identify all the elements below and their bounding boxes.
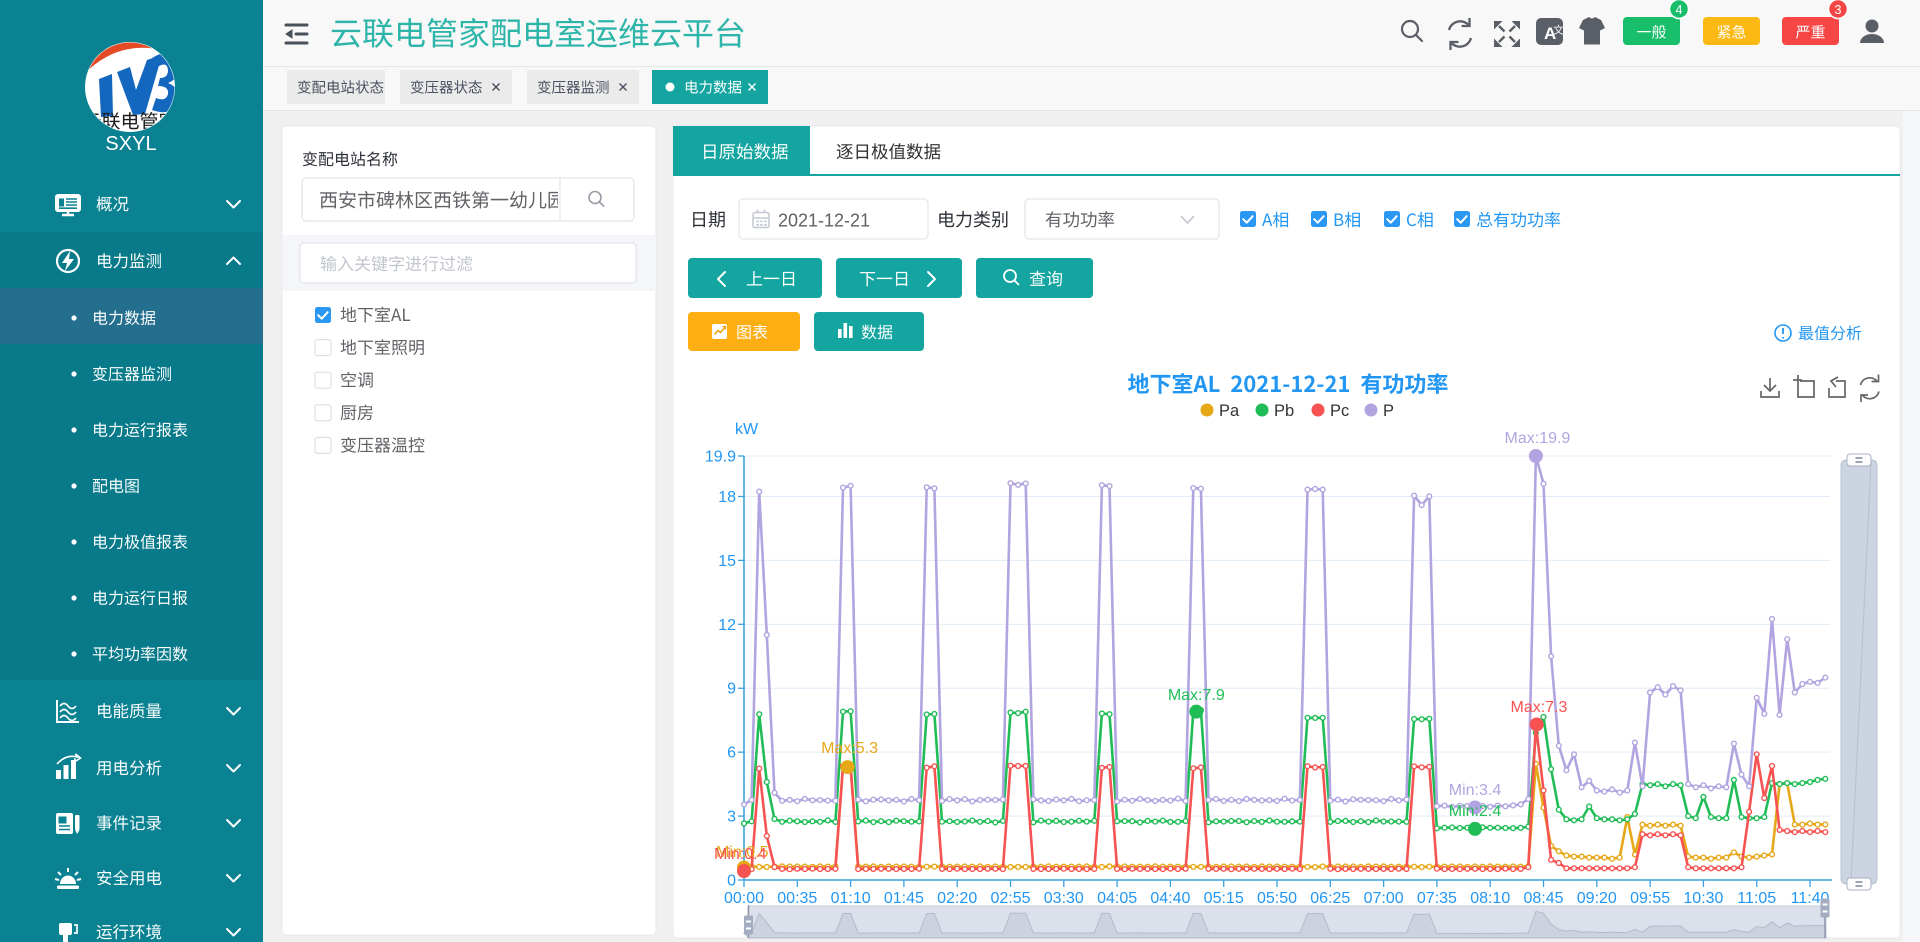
svg-text:10:30: 10:30: [1683, 890, 1723, 907]
svg-text:09:55: 09:55: [1630, 890, 1670, 907]
svg-text:Min:2.4: Min:2.4: [1449, 803, 1502, 820]
svg-text:9: 9: [727, 681, 736, 698]
svg-text:19.9: 19.9: [705, 449, 736, 466]
svg-text:Max:7.9: Max:7.9: [1168, 687, 1225, 704]
svg-text:04:40: 04:40: [1150, 890, 1190, 907]
svg-text:0: 0: [727, 873, 736, 890]
svg-text:Max:5.3: Max:5.3: [821, 740, 878, 757]
svg-text:06:25: 06:25: [1310, 890, 1350, 907]
svg-text:P: P: [1383, 402, 1394, 420]
svg-text:12: 12: [718, 617, 736, 634]
svg-text:3: 3: [1835, 3, 1842, 17]
svg-text:11:05: 11:05: [1737, 890, 1776, 907]
svg-text:18: 18: [718, 489, 736, 506]
svg-text:Max:19.9: Max:19.9: [1505, 430, 1571, 447]
svg-text:Min:0.4: Min:0.4: [714, 846, 767, 863]
svg-text:07:35: 07:35: [1417, 890, 1457, 907]
svg-text:Min:3.4: Min:3.4: [1449, 782, 1502, 799]
svg-text:02:20: 02:20: [937, 890, 977, 907]
svg-text:3: 3: [727, 809, 736, 826]
svg-text:09:20: 09:20: [1577, 890, 1617, 907]
svg-text:05:50: 05:50: [1257, 890, 1297, 907]
svg-text:07:00: 07:00: [1364, 890, 1404, 907]
svg-text:01:45: 01:45: [884, 890, 924, 907]
svg-text:05:15: 05:15: [1204, 890, 1244, 907]
svg-text:00:35: 00:35: [777, 890, 817, 907]
svg-text:15: 15: [718, 553, 736, 570]
svg-text:4: 4: [1676, 3, 1683, 17]
svg-text:03:30: 03:30: [1044, 890, 1084, 907]
svg-text:08:45: 08:45: [1523, 890, 1563, 907]
svg-text:kW: kW: [735, 421, 759, 438]
svg-text:04:05: 04:05: [1097, 890, 1137, 907]
svg-text:Max:7.3: Max:7.3: [1510, 699, 1567, 716]
svg-text:08:10: 08:10: [1470, 890, 1510, 907]
svg-text:01:10: 01:10: [831, 890, 871, 907]
svg-text:SXYL: SXYL: [105, 133, 156, 155]
svg-text:Pa: Pa: [1219, 402, 1240, 420]
svg-text:Pb: Pb: [1274, 402, 1294, 420]
svg-text:00:00: 00:00: [724, 890, 764, 907]
svg-text:6: 6: [727, 745, 736, 762]
svg-text:2021-12-21: 2021-12-21: [778, 211, 870, 231]
svg-text:Pc: Pc: [1330, 402, 1349, 420]
svg-text:02:55: 02:55: [990, 890, 1030, 907]
